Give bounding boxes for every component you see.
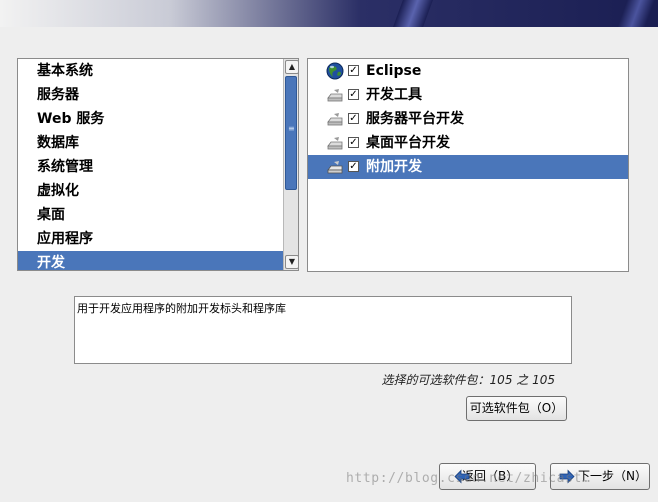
description-text: 用于开发应用程序的附加开发标头和程序库 bbox=[77, 302, 286, 315]
scroll-up-icon[interactable]: ▲ bbox=[285, 60, 299, 74]
package-item-desktop-platform-dev[interactable]: ✓ 桌面平台开发 bbox=[308, 131, 628, 155]
selected-package-count: 选择的可选软件包：105 之 105 bbox=[381, 373, 555, 387]
group-item-databases[interactable]: 数据库 bbox=[18, 131, 283, 155]
drive-icon bbox=[327, 113, 343, 126]
package-label: 桌面平台开发 bbox=[366, 135, 450, 151]
group-item-desktop[interactable]: 桌面 bbox=[18, 203, 283, 227]
group-item-base-system[interactable]: 基本系统 bbox=[18, 59, 283, 83]
server-platform-dev-checkbox[interactable]: ✓ bbox=[348, 113, 359, 124]
group-item-virtualization[interactable]: 虚拟化 bbox=[18, 179, 283, 203]
header-banner bbox=[0, 0, 658, 27]
dev-tools-checkbox[interactable]: ✓ bbox=[348, 89, 359, 100]
group-list[interactable]: 基本系统 服务器 Web 服务 数据库 系统管理 虚拟化 桌面 应用程序 开发 … bbox=[17, 58, 299, 271]
package-item-eclipse[interactable]: ✓ Eclipse bbox=[308, 59, 628, 83]
group-list-scrollbar[interactable]: ▲ ≡ ▼ bbox=[283, 59, 299, 270]
eclipse-checkbox[interactable]: ✓ bbox=[348, 65, 359, 76]
group-item-web-services[interactable]: Web 服务 bbox=[18, 107, 283, 131]
package-list[interactable]: ✓ Eclipse ✓ 开发工具 ✓ 服务器平台开发 ✓ 桌面平台开发 ✓ 附加… bbox=[307, 58, 629, 272]
group-item-system-management[interactable]: 系统管理 bbox=[18, 155, 283, 179]
drive-icon bbox=[327, 137, 343, 150]
package-item-dev-tools[interactable]: ✓ 开发工具 bbox=[308, 83, 628, 107]
group-item-servers[interactable]: 服务器 bbox=[18, 83, 283, 107]
package-label: 服务器平台开发 bbox=[366, 111, 464, 127]
package-item-additional-dev[interactable]: ✓ 附加开发 bbox=[308, 155, 628, 179]
scroll-down-icon[interactable]: ▼ bbox=[285, 255, 299, 269]
drive-icon bbox=[327, 89, 343, 102]
package-label: Eclipse bbox=[366, 63, 422, 79]
scrollbar-thumb[interactable]: ≡ bbox=[285, 76, 297, 190]
desktop-platform-dev-checkbox[interactable]: ✓ bbox=[348, 137, 359, 148]
grip-icon: ≡ bbox=[288, 124, 295, 133]
package-label: 附加开发 bbox=[366, 159, 422, 175]
group-item-applications[interactable]: 应用程序 bbox=[18, 227, 283, 251]
globe-icon bbox=[326, 62, 344, 80]
group-item-development[interactable]: 开发 bbox=[18, 251, 283, 270]
optional-packages-label: 可选软件包（O） bbox=[469, 401, 564, 415]
drive-icon bbox=[327, 161, 343, 174]
package-description: 用于开发应用程序的附加开发标头和程序库 bbox=[74, 296, 572, 364]
additional-dev-checkbox[interactable]: ✓ bbox=[348, 161, 359, 172]
package-item-server-platform-dev[interactable]: ✓ 服务器平台开发 bbox=[308, 107, 628, 131]
watermark: http://blog.csdn.net/zhicast… bbox=[346, 471, 591, 486]
optional-packages-button[interactable]: 可选软件包（O） bbox=[466, 396, 567, 421]
package-label: 开发工具 bbox=[366, 87, 422, 103]
